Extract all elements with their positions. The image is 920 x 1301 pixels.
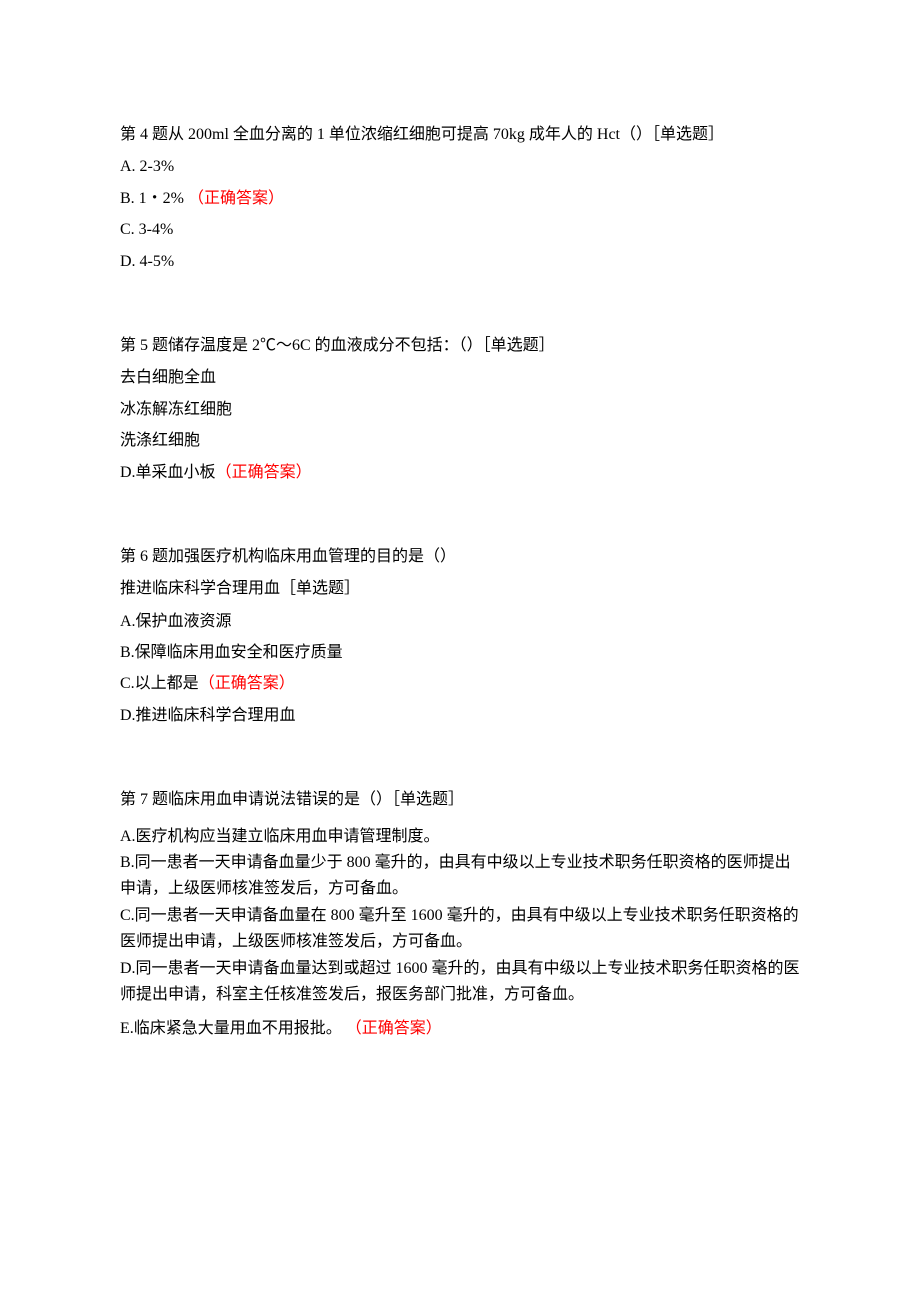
- q7-option-a: A.医疗机构应当建立临床用血申请管理制度。: [120, 824, 800, 850]
- question-7: 第 7 题临床用血申请说法错误的是（）［单选题］ A.医疗机构应当建立临床用血申…: [120, 785, 800, 1045]
- spacer: [120, 761, 800, 785]
- q5-question: 第 5 题储存温度是 2℃〜6C 的血液成分不包括：（）［单选题］: [120, 331, 800, 361]
- q7-question: 第 7 题临床用血申请说法错误的是（）［单选题］: [120, 785, 800, 815]
- q6-option-c-text: C.以上都是: [120, 675, 199, 692]
- q7-option-b: B.同一患者一天申请备血量少于 800 毫升的，由具有中级以上专业技术职务任职资…: [120, 850, 800, 903]
- q6-option-c: C.以上都是（正确答案）: [120, 669, 800, 699]
- q7-option-c: C.同一患者一天申请备血量在 800 毫升至 1600 毫升的，由具有中级以上专…: [120, 903, 800, 956]
- q6-correct-marker: （正确答案）: [199, 675, 295, 692]
- q5-option-a: 去白细胞全血: [120, 363, 800, 393]
- q5-option-b: 冰冻解冻红细胞: [120, 395, 800, 425]
- q7-option-d: D.同一患者一天申请备血量达到或超过 1600 毫升的，由具有中级以上专业技术职…: [120, 956, 800, 1009]
- q4-option-a: A. 2-3%: [120, 152, 800, 182]
- q7-correct-marker: （正确答案）: [346, 1020, 442, 1037]
- q5-correct-marker: （正确答案）: [216, 464, 312, 481]
- q5-option-d-text: D.单采血小板: [120, 464, 216, 481]
- question-4: 第 4 题从 200ml 全血分离的 1 单位浓缩红细胞可提高 70kg 成年人…: [120, 120, 800, 277]
- spacer: [120, 518, 800, 542]
- q4-option-b: B. 1・2% （正确答案）: [120, 184, 800, 214]
- q6-option-a: A.保护血液资源: [120, 607, 800, 637]
- q4-correct-marker: （正确答案）: [188, 190, 284, 207]
- q6-question-line2: 推进临床科学合理用血［单选题］: [120, 574, 800, 604]
- q4-option-d: D. 4-5%: [120, 247, 800, 277]
- q7-option-e: E.临床紧急大量用血不用报批。 （正确答案）: [120, 1014, 800, 1044]
- question-5: 第 5 题储存温度是 2℃〜6C 的血液成分不包括：（）［单选题］ 去白细胞全血…: [120, 331, 800, 488]
- q4-option-b-text: B. 1・2%: [120, 190, 188, 207]
- question-6: 第 6 题加强医疗机构临床用血管理的目的是（） 推进临床科学合理用血［单选题］ …: [120, 542, 800, 731]
- q6-option-b: B.保障临床用血安全和医疗质量: [120, 638, 800, 668]
- spacer: [120, 307, 800, 331]
- q6-question-line1: 第 6 题加强医疗机构临床用血管理的目的是（）: [120, 542, 800, 572]
- q7-option-e-text: E.临床紧急大量用血不用报批。: [120, 1020, 346, 1037]
- q6-option-d: D.推进临床科学合理用血: [120, 701, 800, 731]
- q4-option-c: C. 3-4%: [120, 215, 800, 245]
- q5-option-c: 洗涤红细胞: [120, 426, 800, 456]
- q5-option-d: D.单采血小板（正确答案）: [120, 458, 800, 488]
- q4-question: 第 4 题从 200ml 全血分离的 1 单位浓缩红细胞可提高 70kg 成年人…: [120, 120, 800, 150]
